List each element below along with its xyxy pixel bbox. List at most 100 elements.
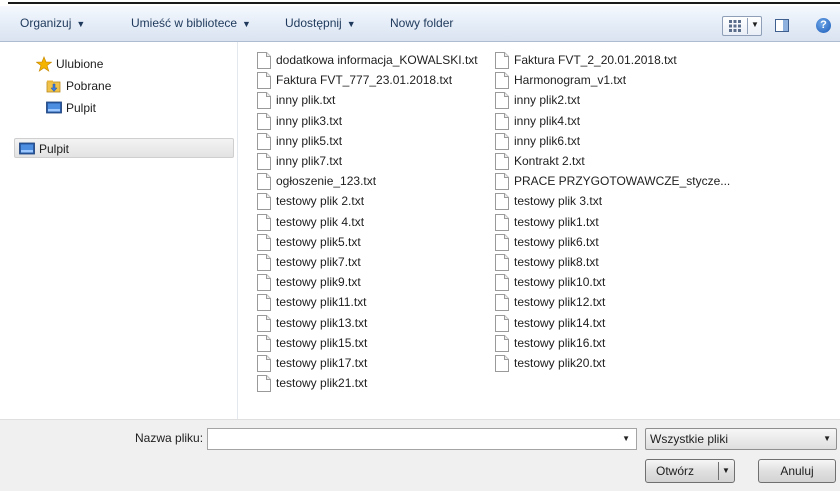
text-file-icon [257, 113, 271, 130]
file-name: testowy plik11.txt [276, 295, 367, 309]
text-file-icon [495, 315, 509, 332]
new-folder-label: Nowy folder [390, 16, 454, 30]
text-file-icon [257, 315, 271, 332]
nav-label-desktop: Pulpit [39, 142, 70, 156]
file-item[interactable]: testowy plik14.txt [495, 314, 731, 332]
text-file-icon [495, 234, 509, 251]
filename-label: Nazwa pliku: [135, 431, 204, 445]
file-name: Faktura FVT_777_23.01.2018.txt [276, 73, 453, 87]
file-name: testowy plik6.txt [514, 235, 599, 249]
file-item[interactable]: testowy plik13.txt [257, 314, 493, 332]
file-item[interactable]: testowy plik10.txt [495, 273, 731, 291]
desktop-icon [19, 142, 35, 155]
star-icon [36, 56, 52, 72]
text-file-icon [257, 294, 271, 311]
file-name: inny plik.txt [276, 93, 336, 107]
file-item[interactable]: testowy plik15.txt [257, 334, 493, 352]
view-menu-chevron-icon[interactable]: ▼ [751, 20, 759, 29]
file-name: Harmonogram_v1.txt [514, 73, 627, 87]
file-name: testowy plik 4.txt [276, 215, 365, 229]
file-name: testowy plik17.txt [276, 356, 368, 370]
filename-combobox[interactable]: ▼ [207, 428, 637, 450]
file-item[interactable]: testowy plik7.txt [257, 253, 493, 271]
file-item[interactable]: testowy plik 2.txt [257, 192, 493, 210]
file-name: testowy plik10.txt [514, 275, 606, 289]
file-name: testowy plik15.txt [276, 336, 368, 350]
file-item[interactable]: testowy plik17.txt [257, 354, 493, 372]
help-icon[interactable]: ? [816, 18, 831, 33]
file-name: Kontrakt 2.txt [514, 154, 585, 168]
file-item[interactable]: testowy plik9.txt [257, 273, 493, 291]
file-name: testowy plik 2.txt [276, 194, 365, 208]
file-item[interactable]: inny plik2.txt [495, 91, 731, 109]
nav-item-desktop[interactable]: Pulpit [14, 138, 234, 158]
file-item[interactable]: Kontrakt 2.txt [495, 152, 731, 170]
file-item[interactable]: testowy plik11.txt [257, 293, 493, 311]
text-file-icon [495, 294, 509, 311]
organize-button[interactable]: Organizuj ▼ [20, 6, 85, 41]
file-name: inny plik6.txt [514, 134, 581, 148]
file-item[interactable]: testowy plik 4.txt [257, 213, 493, 231]
chevron-down-icon: ▼ [346, 19, 356, 29]
text-file-icon [495, 173, 509, 190]
file-item[interactable]: testowy plik21.txt [257, 374, 493, 392]
text-file-icon [495, 214, 509, 231]
nav-label-downloads: Pobrane [66, 79, 112, 93]
file-item[interactable]: testowy plik12.txt [495, 293, 731, 311]
text-file-icon [495, 335, 509, 352]
file-item[interactable]: testowy plik1.txt [495, 213, 731, 231]
file-item[interactable]: inny plik3.txt [257, 112, 493, 130]
open-options-chevron-icon[interactable]: ▼ [722, 460, 730, 482]
file-name: testowy plik20.txt [514, 356, 606, 370]
file-list: dodatkowa informacja_KOWALSKI.txt Faktura… [238, 42, 840, 419]
file-name: inny plik5.txt [276, 134, 343, 148]
file-name: testowy plik 3.txt [514, 194, 603, 208]
file-item[interactable]: Faktura FVT_777_23.01.2018.txt [257, 71, 493, 89]
cancel-button[interactable]: Anuluj [758, 459, 836, 483]
file-item[interactable]: testowy plik5.txt [257, 233, 493, 251]
file-item[interactable]: testowy plik20.txt [495, 354, 731, 372]
include-in-library-label: Umieść w bibliotece [131, 16, 238, 30]
filetype-select[interactable]: Wszystkie pliki ▼ [645, 428, 837, 450]
file-item[interactable]: ogłoszenie_123.txt [257, 172, 493, 190]
file-name: inny plik4.txt [514, 114, 581, 128]
chevron-down-icon: ▼ [242, 19, 251, 29]
file-item[interactable]: Harmonogram_v1.txt [495, 71, 731, 89]
file-item[interactable]: PRACE PRZYGOTOWAWCZE_stycze... [495, 172, 731, 190]
text-file-icon [495, 274, 509, 291]
text-file-icon [257, 335, 271, 352]
include-in-library-button[interactable]: Umieść w bibliotece ▼ [131, 6, 251, 41]
file-item[interactable]: testowy plik6.txt [495, 233, 731, 251]
share-button[interactable]: Udostępnij ▼ [285, 6, 356, 41]
open-button[interactable]: Otwórz ▼ [645, 459, 735, 483]
downloads-folder-icon [46, 80, 61, 93]
new-folder-button[interactable]: Nowy folder [390, 6, 453, 41]
chevron-down-icon: ▼ [76, 19, 86, 29]
file-name: testowy plik16.txt [514, 336, 606, 350]
text-file-icon [257, 72, 271, 89]
file-item[interactable]: inny plik5.txt [257, 132, 493, 150]
filename-input[interactable] [210, 430, 614, 448]
file-name: Faktura FVT_2_20.01.2018.txt [514, 53, 677, 67]
bottom-panel: Nazwa pliku: ▼ Wszystkie pliki ▼ Otwórz … [0, 419, 840, 491]
file-name: testowy plik21.txt [276, 376, 368, 390]
file-item[interactable]: testowy plik16.txt [495, 334, 731, 352]
text-file-icon [257, 274, 271, 291]
file-item[interactable]: inny plik4.txt [495, 112, 731, 130]
file-item[interactable]: inny plik.txt [257, 91, 493, 109]
nav-label-favorites: Ulubione [56, 57, 104, 71]
file-item[interactable]: inny plik6.txt [495, 132, 731, 150]
text-file-icon [257, 92, 271, 109]
file-item[interactable]: inny plik7.txt [257, 152, 493, 170]
file-name: testowy plik1.txt [514, 215, 599, 229]
text-file-icon [495, 52, 509, 69]
change-view-button[interactable]: ▼ [722, 16, 762, 36]
preview-pane-icon[interactable] [775, 19, 789, 32]
command-bar: Organizuj ▼ Umieść w bibliotece ▼ Udostępn… [0, 6, 840, 42]
file-item[interactable]: testowy plik8.txt [495, 253, 731, 271]
file-name: testowy plik14.txt [514, 316, 606, 330]
file-item[interactable]: dodatkowa informacja_KOWALSKI.txt [257, 51, 493, 69]
file-item[interactable]: testowy plik 3.txt [495, 192, 731, 210]
filename-dropdown-chevron-icon[interactable]: ▼ [622, 434, 630, 443]
file-item[interactable]: Faktura FVT_2_20.01.2018.txt [495, 51, 731, 69]
